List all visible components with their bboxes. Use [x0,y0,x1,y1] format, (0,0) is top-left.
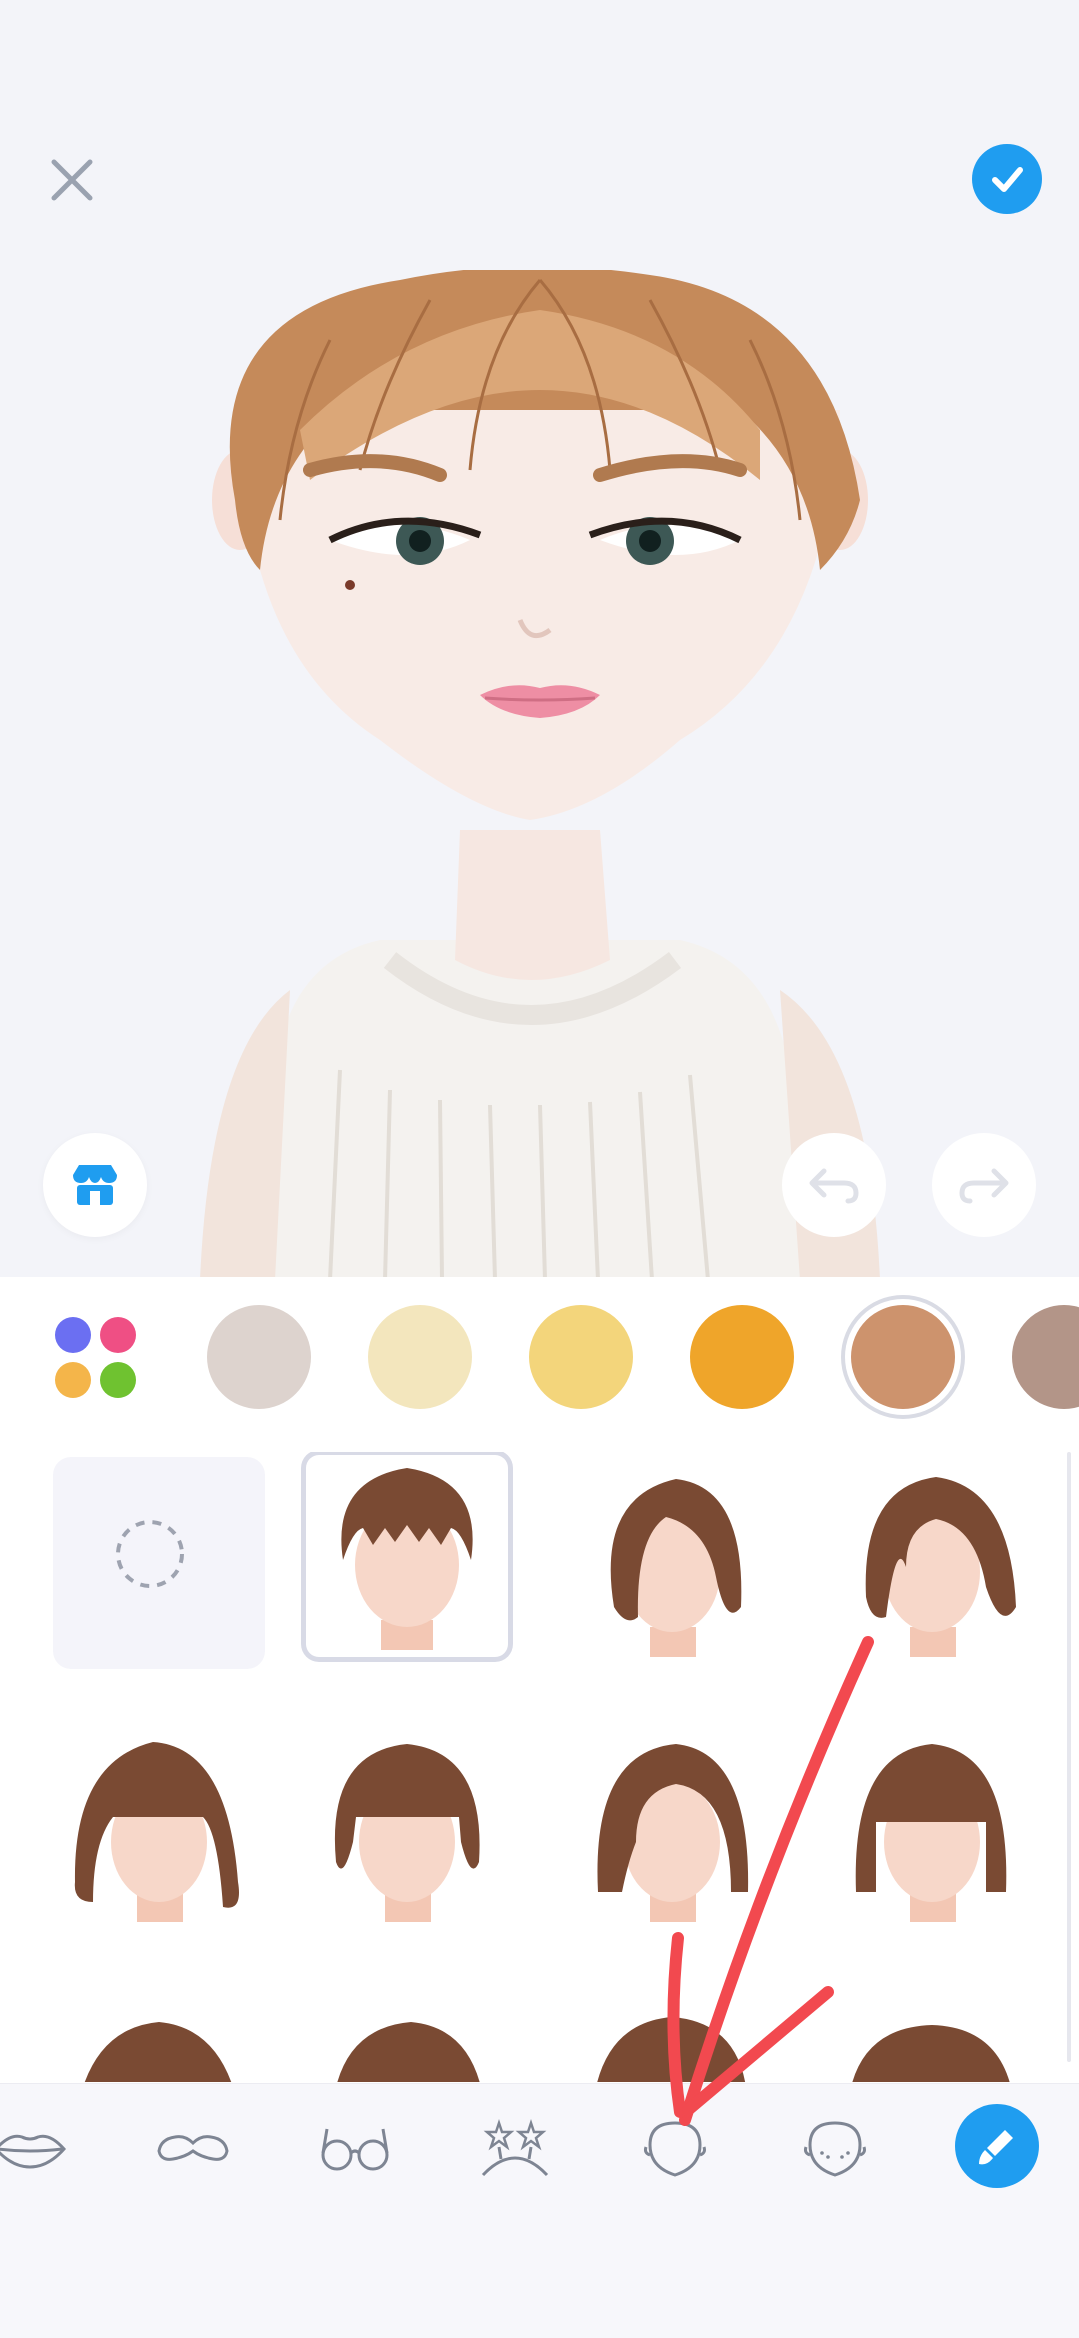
color-palette-icon[interactable] [55,1317,139,1401]
tool-face-shape[interactable] [630,2109,720,2189]
color-swatch[interactable] [529,1305,633,1409]
hairstyle-thumbnail [341,1468,473,1650]
customization-panel [0,1277,1079,2083]
redo-button[interactable] [932,1133,1036,1237]
tool-glasses[interactable] [310,2109,400,2189]
empty-circle-icon [116,1520,184,1588]
face-shape-icon [644,2121,706,2177]
hairstyle-thumbnail [84,2022,232,2082]
hairstyle-thumbnail [74,1742,240,1922]
hairstyle-item[interactable] [566,1457,778,1669]
hairstyle-thumbnail [597,2017,746,2082]
face-freckles-icon [804,2121,866,2177]
close-button[interactable] [40,148,104,212]
glasses-icon [321,2128,389,2171]
hairstyle-none[interactable] [53,1457,265,1669]
tool-paint-brush[interactable] [955,2104,1039,2188]
avatar-image [200,270,880,1277]
close-icon [51,159,93,201]
undo-icon [809,1168,859,1204]
hairstyle-grid [0,1452,1070,2082]
undo-button[interactable] [782,1133,886,1237]
color-swatch[interactable] [368,1305,472,1409]
hairstyle-item-selected[interactable] [301,1452,513,1662]
lips-icon [0,2134,67,2169]
hairstyle-item[interactable] [566,1987,778,2082]
store-icon [73,1165,117,1205]
bottom-area [0,2208,1079,2338]
hairstyle-item[interactable] [53,1987,265,2082]
hairstyle-item[interactable] [826,1722,1038,1934]
hair-color-row [0,1277,1079,1437]
hairstyle-thumbnail [610,1479,742,1657]
mustache-icon [157,2135,229,2161]
category-toolbar [0,2083,1079,2209]
color-swatch[interactable] [207,1305,311,1409]
color-swatch[interactable] [690,1305,794,1409]
hairstyle-thumbnail [334,1744,480,1922]
avatar-preview [0,0,1079,1277]
color-swatch-selected[interactable] [851,1305,955,1409]
hairstyle-thumbnail [597,1744,749,1922]
hairstyle-item[interactable] [826,1987,1038,2082]
hairstyle-thumbnail [852,2025,1010,2082]
tool-mustache[interactable] [148,2109,238,2189]
hairstyle-item[interactable] [301,1987,513,2082]
hairstyle-item[interactable] [301,1722,513,1934]
store-button[interactable] [43,1133,147,1237]
hairstyle-thumbnail [865,1477,1016,1657]
check-icon [992,167,1023,192]
headband-icon [481,2119,549,2177]
scrollbar[interactable] [1067,1452,1071,2062]
tool-headband[interactable] [470,2109,560,2189]
color-swatch[interactable] [1012,1305,1079,1409]
hairstyle-thumbnail [855,1744,1007,1922]
hairstyle-item[interactable] [566,1722,778,1934]
tool-lips[interactable] [0,2109,75,2189]
redo-icon [959,1168,1009,1204]
hairstyle-item[interactable] [53,1722,265,1934]
paint-brush-icon [979,2130,1013,2165]
hairstyle-thumbnail [337,2022,480,2082]
hairstyle-item[interactable] [826,1457,1038,1669]
confirm-button[interactable] [972,144,1042,214]
tool-face-freckles[interactable] [790,2109,880,2189]
